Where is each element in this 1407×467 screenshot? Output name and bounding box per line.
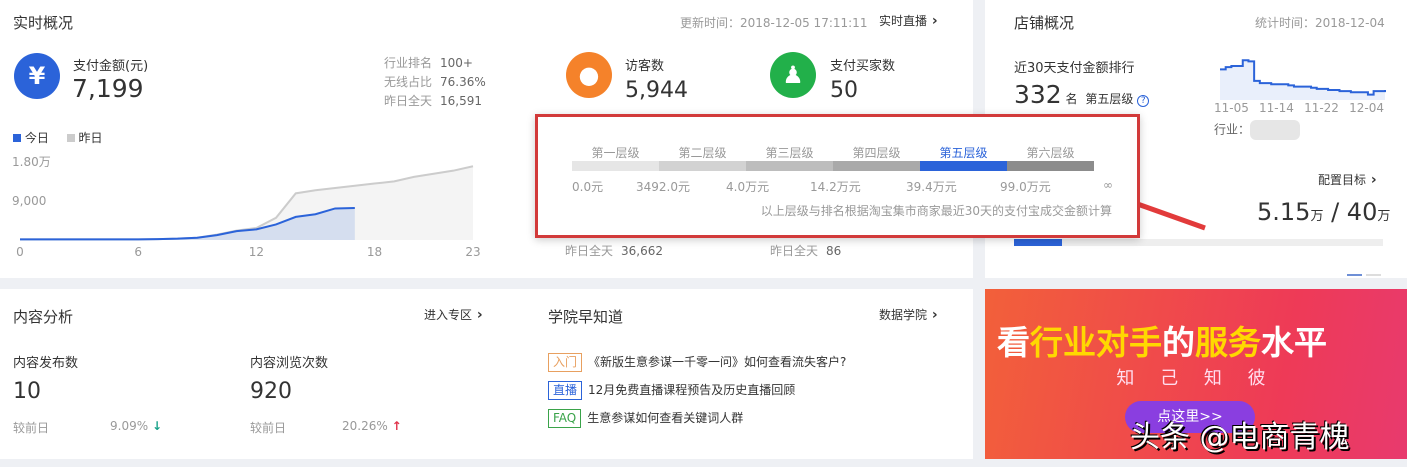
level-segment <box>746 161 833 171</box>
target-value: 5.15万 / 40万 <box>1257 198 1391 226</box>
content-title: 内容分析 <box>13 308 74 326</box>
academy-item[interactable]: 入门 《新版生意参谋一千零一问》如何查看流失客户? <box>548 348 846 376</box>
level-segment <box>1007 161 1094 171</box>
realtime-chart: 0 6 12 18 23 <box>16 165 481 259</box>
content-panel: 内容分析 进入专区 内容发布数 10 较前日 9.09% ↓ 内容浏览次数 92… <box>0 289 973 459</box>
level-threshold: 14.2万元 <box>810 180 861 194</box>
content-item-value: 920 <box>250 379 292 404</box>
buyers-label: 支付买家数 <box>830 59 896 74</box>
level-popup: 第一层级 第二层级 第三层级 第四层级 第五层级 第六层级 0.0元 3492.0元 4.0万元… <box>535 114 1140 238</box>
legend-yesterday[interactable]: 昨日 <box>79 131 103 145</box>
level-segment <box>920 161 1007 171</box>
stat-key: 昨日全天 <box>384 94 433 108</box>
academy-list: 入门 《新版生意参谋一千零一问》如何查看流失客户? 直播 12月免费直播课程预告及历史… <box>548 348 846 432</box>
content-item-change: 20.26% ↑ <box>342 419 402 433</box>
academy-tag: 直播 <box>548 381 583 400</box>
realtime-title: 实时概况 <box>13 14 74 32</box>
level-threshold: 39.4万元 <box>906 180 957 194</box>
academy-item-text: 生意参谋如何查看关键词人群 <box>587 411 744 425</box>
x-tick: 12 <box>249 245 264 259</box>
live-link[interactable]: 实时直播 <box>879 12 938 29</box>
stat-time: 统计时间：2018-12-04 <box>1255 16 1385 30</box>
store-title: 店铺概况 <box>1014 14 1075 32</box>
stat-value: 76.36% <box>440 75 486 89</box>
chart-legend: 今日 昨日 <box>13 129 103 146</box>
level-threshold: 3492.0元 <box>636 180 690 194</box>
content-item-cmp: 较前日 <box>250 421 287 435</box>
academy-item-text: 12月免费直播课程预告及历史直播回顾 <box>588 383 796 397</box>
content-item-label: 内容浏览次数 <box>250 356 329 371</box>
level-name: 第三层级 <box>765 146 814 160</box>
visitors-yesterday: 昨日全天 36,662 <box>565 244 664 258</box>
spark-x-ticks: 11-05 11-14 11-22 12-04 <box>1214 101 1384 115</box>
pay-value: 7,199 <box>72 74 144 103</box>
watermark: 头条 @电商青槐 <box>1130 420 1350 455</box>
question-icon[interactable]: ? <box>1137 95 1150 107</box>
level-segment <box>833 161 920 171</box>
level-threshold: ∞ <box>1103 178 1113 192</box>
buyers-yesterday: 昨日全天 86 <box>770 244 842 258</box>
academy-link[interactable]: 数据学院 <box>879 306 938 323</box>
rank-label: 近30天支付金额排行 <box>1014 61 1135 76</box>
buyers-value: 50 <box>830 78 858 103</box>
stat-value: 16,591 <box>440 94 483 108</box>
level-segment <box>659 161 746 171</box>
academy-tag: 入门 <box>548 353 583 372</box>
content-item-value: 10 <box>13 379 41 404</box>
arrow-up-icon: ↑ <box>391 419 402 433</box>
update-time: 更新时间：2018-12-05 17:11:11 <box>680 16 868 30</box>
promo-banner[interactable]: 看行业对手的服务水平 知 己 知 彼 点这里>> 头条 @电商青槐 <box>985 289 1407 459</box>
level-note: 以上层级与排名根据淘宝集市商家最近30天的支付宝成交金额计算 <box>760 204 1112 218</box>
content-item-change: 9.09% ↓ <box>110 419 163 433</box>
academy-title: 学院早知道 <box>548 308 624 326</box>
level-name: 第一层级 <box>591 146 640 160</box>
pay-stats: 行业排名 100+ 无线占比 76.36% 昨日全天 16,591 <box>384 54 486 111</box>
pay-label: 支付金额(元) <box>73 59 149 74</box>
content-link[interactable]: 进入专区 <box>424 306 483 323</box>
academy-item-text: 《新版生意参谋一千零一问》如何查看流失客户? <box>588 355 847 369</box>
sparkline-area <box>1220 60 1385 100</box>
academy-item[interactable]: FAQ 生意参谋如何查看关键词人群 <box>548 404 846 432</box>
content-item-cmp: 较前日 <box>13 421 50 435</box>
banner-sub: 知 己 知 彼 <box>1116 368 1276 389</box>
content-item-label: 内容发布数 <box>13 356 79 371</box>
rank: 332 名 第五层级 ? <box>1014 80 1150 109</box>
visitors-value: 5,944 <box>625 78 688 103</box>
footprint-icon: ● <box>566 52 612 98</box>
x-tick: 6 <box>134 245 142 259</box>
stat-key: 无线占比 <box>384 75 433 89</box>
level-name: 第四层级 <box>852 146 901 160</box>
legend-today[interactable]: 今日 <box>25 131 49 145</box>
industry-label: 行业： <box>1214 120 1301 140</box>
visitors-label: 访客数 <box>625 59 665 74</box>
level-name: 第五层级 <box>939 146 988 160</box>
stat-key: 行业排名 <box>384 56 433 70</box>
banner-headline: 看行业对手的服务水平 <box>997 323 1327 362</box>
level-name: 第二层级 <box>678 146 727 160</box>
rank-sparkline <box>1220 59 1386 100</box>
carousel-dots[interactable] <box>1347 265 1381 279</box>
x-tick: 18 <box>367 245 382 259</box>
level-threshold: 0.0元 <box>572 180 604 194</box>
yen-icon: ¥ <box>14 53 60 99</box>
users-icon: ♟ <box>770 52 816 98</box>
academy-item[interactable]: 直播 12月免费直播课程预告及历史直播回顾 <box>548 376 846 404</box>
x-tick: 0 <box>16 245 24 259</box>
arrow-down-icon: ↓ <box>151 419 163 433</box>
x-tick: 23 <box>465 245 480 259</box>
level-threshold: 99.0万元 <box>1000 180 1051 194</box>
level-segment <box>572 161 659 171</box>
stat-value: 100+ <box>440 56 473 70</box>
level-name: 第六层级 <box>1026 146 1075 160</box>
academy-tag: FAQ <box>548 409 582 428</box>
level-threshold: 4.0万元 <box>726 180 770 194</box>
target-link[interactable]: 配置目标 <box>1318 171 1377 188</box>
